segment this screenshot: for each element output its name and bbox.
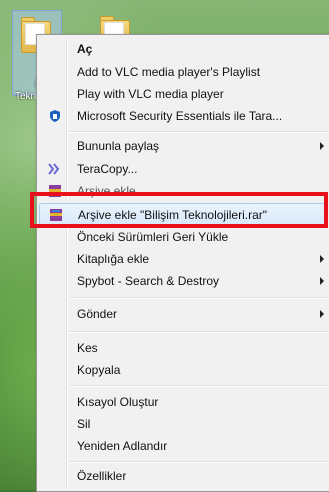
menu-item-label: TeraCopy... bbox=[77, 162, 138, 176]
menu-item-cut[interactable]: Kes bbox=[39, 337, 328, 359]
menu-item-spybot[interactable]: Spybot - Search & Destroy bbox=[39, 270, 328, 292]
menu-item-rename[interactable]: Yeniden Adlandır bbox=[39, 435, 328, 457]
menu-item-include-in-library[interactable]: Kitaplığa ekle bbox=[39, 248, 328, 270]
menu-item-label: Önceki Sürümleri Geri Yükle bbox=[77, 230, 229, 244]
submenu-arrow-icon bbox=[320, 310, 324, 318]
menu-item-label: Gönder bbox=[77, 307, 118, 321]
submenu-arrow-icon bbox=[320, 142, 324, 150]
mse-shield-icon bbox=[47, 108, 63, 124]
menu-item-label: Bununla paylaş bbox=[77, 139, 160, 153]
menu-item-mse-scan[interactable]: Microsoft Security Essentials ile Tara..… bbox=[39, 105, 328, 127]
context-menu: Aç Add to VLC media player's Playlist Pl… bbox=[36, 34, 329, 492]
folder-label-line2: Tekn bbox=[15, 91, 37, 102]
menu-item-label: Kitaplığa ekle bbox=[77, 252, 150, 266]
menu-item-share-with[interactable]: Bununla paylaş bbox=[39, 135, 328, 157]
menu-separator bbox=[69, 385, 328, 387]
menu-item-label: Microsoft Security Essentials ile Tara..… bbox=[77, 109, 283, 123]
menu-item-label: Play with VLC media player bbox=[77, 87, 224, 101]
menu-item-label: Özellikler bbox=[77, 469, 127, 483]
menu-item-label: Yeniden Adlandır bbox=[77, 439, 168, 453]
menu-separator bbox=[69, 331, 328, 333]
menu-item-label: Kısayol Oluştur bbox=[77, 395, 159, 409]
menu-item-delete[interactable]: Sil bbox=[39, 413, 328, 435]
menu-item-copy[interactable]: Kopyala bbox=[39, 359, 328, 381]
menu-item-properties[interactable]: Özellikler bbox=[39, 465, 328, 487]
menu-separator bbox=[69, 131, 328, 133]
menu-item-open[interactable]: Aç bbox=[39, 38, 328, 60]
menu-item-send-to[interactable]: Gönder bbox=[39, 303, 328, 325]
menu-item-teracopy[interactable]: TeraCopy... bbox=[39, 158, 328, 180]
teracopy-icon bbox=[47, 161, 63, 177]
submenu-arrow-icon bbox=[320, 255, 324, 263]
menu-item-vlc-add-playlist[interactable]: Add to VLC media player's Playlist bbox=[39, 61, 328, 83]
menu-item-label: Kopyala bbox=[77, 363, 121, 377]
menu-item-restore-previous-versions[interactable]: Önceki Sürümleri Geri Yükle bbox=[39, 226, 328, 248]
menu-item-label: Add to VLC media player's Playlist bbox=[77, 65, 261, 79]
menu-item-vlc-play[interactable]: Play with VLC media player bbox=[39, 83, 328, 105]
menu-item-label: Aç bbox=[77, 42, 93, 56]
submenu-arrow-icon bbox=[320, 277, 324, 285]
menu-separator bbox=[69, 461, 328, 463]
highlight-annotation-box bbox=[30, 192, 328, 228]
menu-item-create-shortcut[interactable]: Kısayol Oluştur bbox=[39, 391, 328, 413]
menu-item-label: Sil bbox=[77, 417, 91, 431]
menu-item-label: Spybot - Search & Destroy bbox=[77, 274, 220, 288]
menu-separator bbox=[69, 297, 328, 299]
menu-item-label: Kes bbox=[77, 341, 98, 355]
